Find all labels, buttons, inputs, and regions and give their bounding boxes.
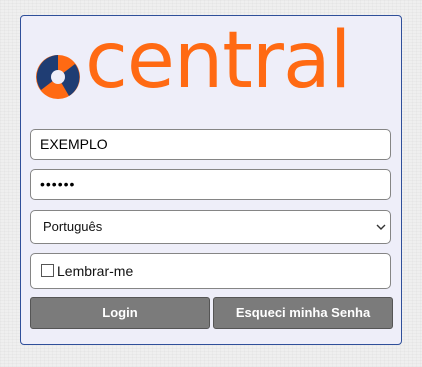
central-logo: central [35,22,389,112]
password-input[interactable]: •••••• [30,169,391,200]
username-input[interactable]: EXEMPLO [30,129,391,160]
language-select[interactable]: Português [30,210,391,244]
central-wordmark: central [85,16,351,106]
chevron-down-icon [376,224,386,230]
forgot-password-button[interactable]: Esqueci minha Senha [213,297,393,329]
remember-me-checkbox[interactable] [41,264,54,277]
language-select-value: Português [43,219,103,234]
remember-me-field[interactable]: Lembrar-me [30,253,391,289]
remember-me-label: Lembrar-me [57,263,134,279]
central-logo-icon [36,55,80,99]
login-button[interactable]: Login [30,297,210,329]
login-panel: central EXEMPLO •••••• Português Lembrar… [20,15,402,345]
